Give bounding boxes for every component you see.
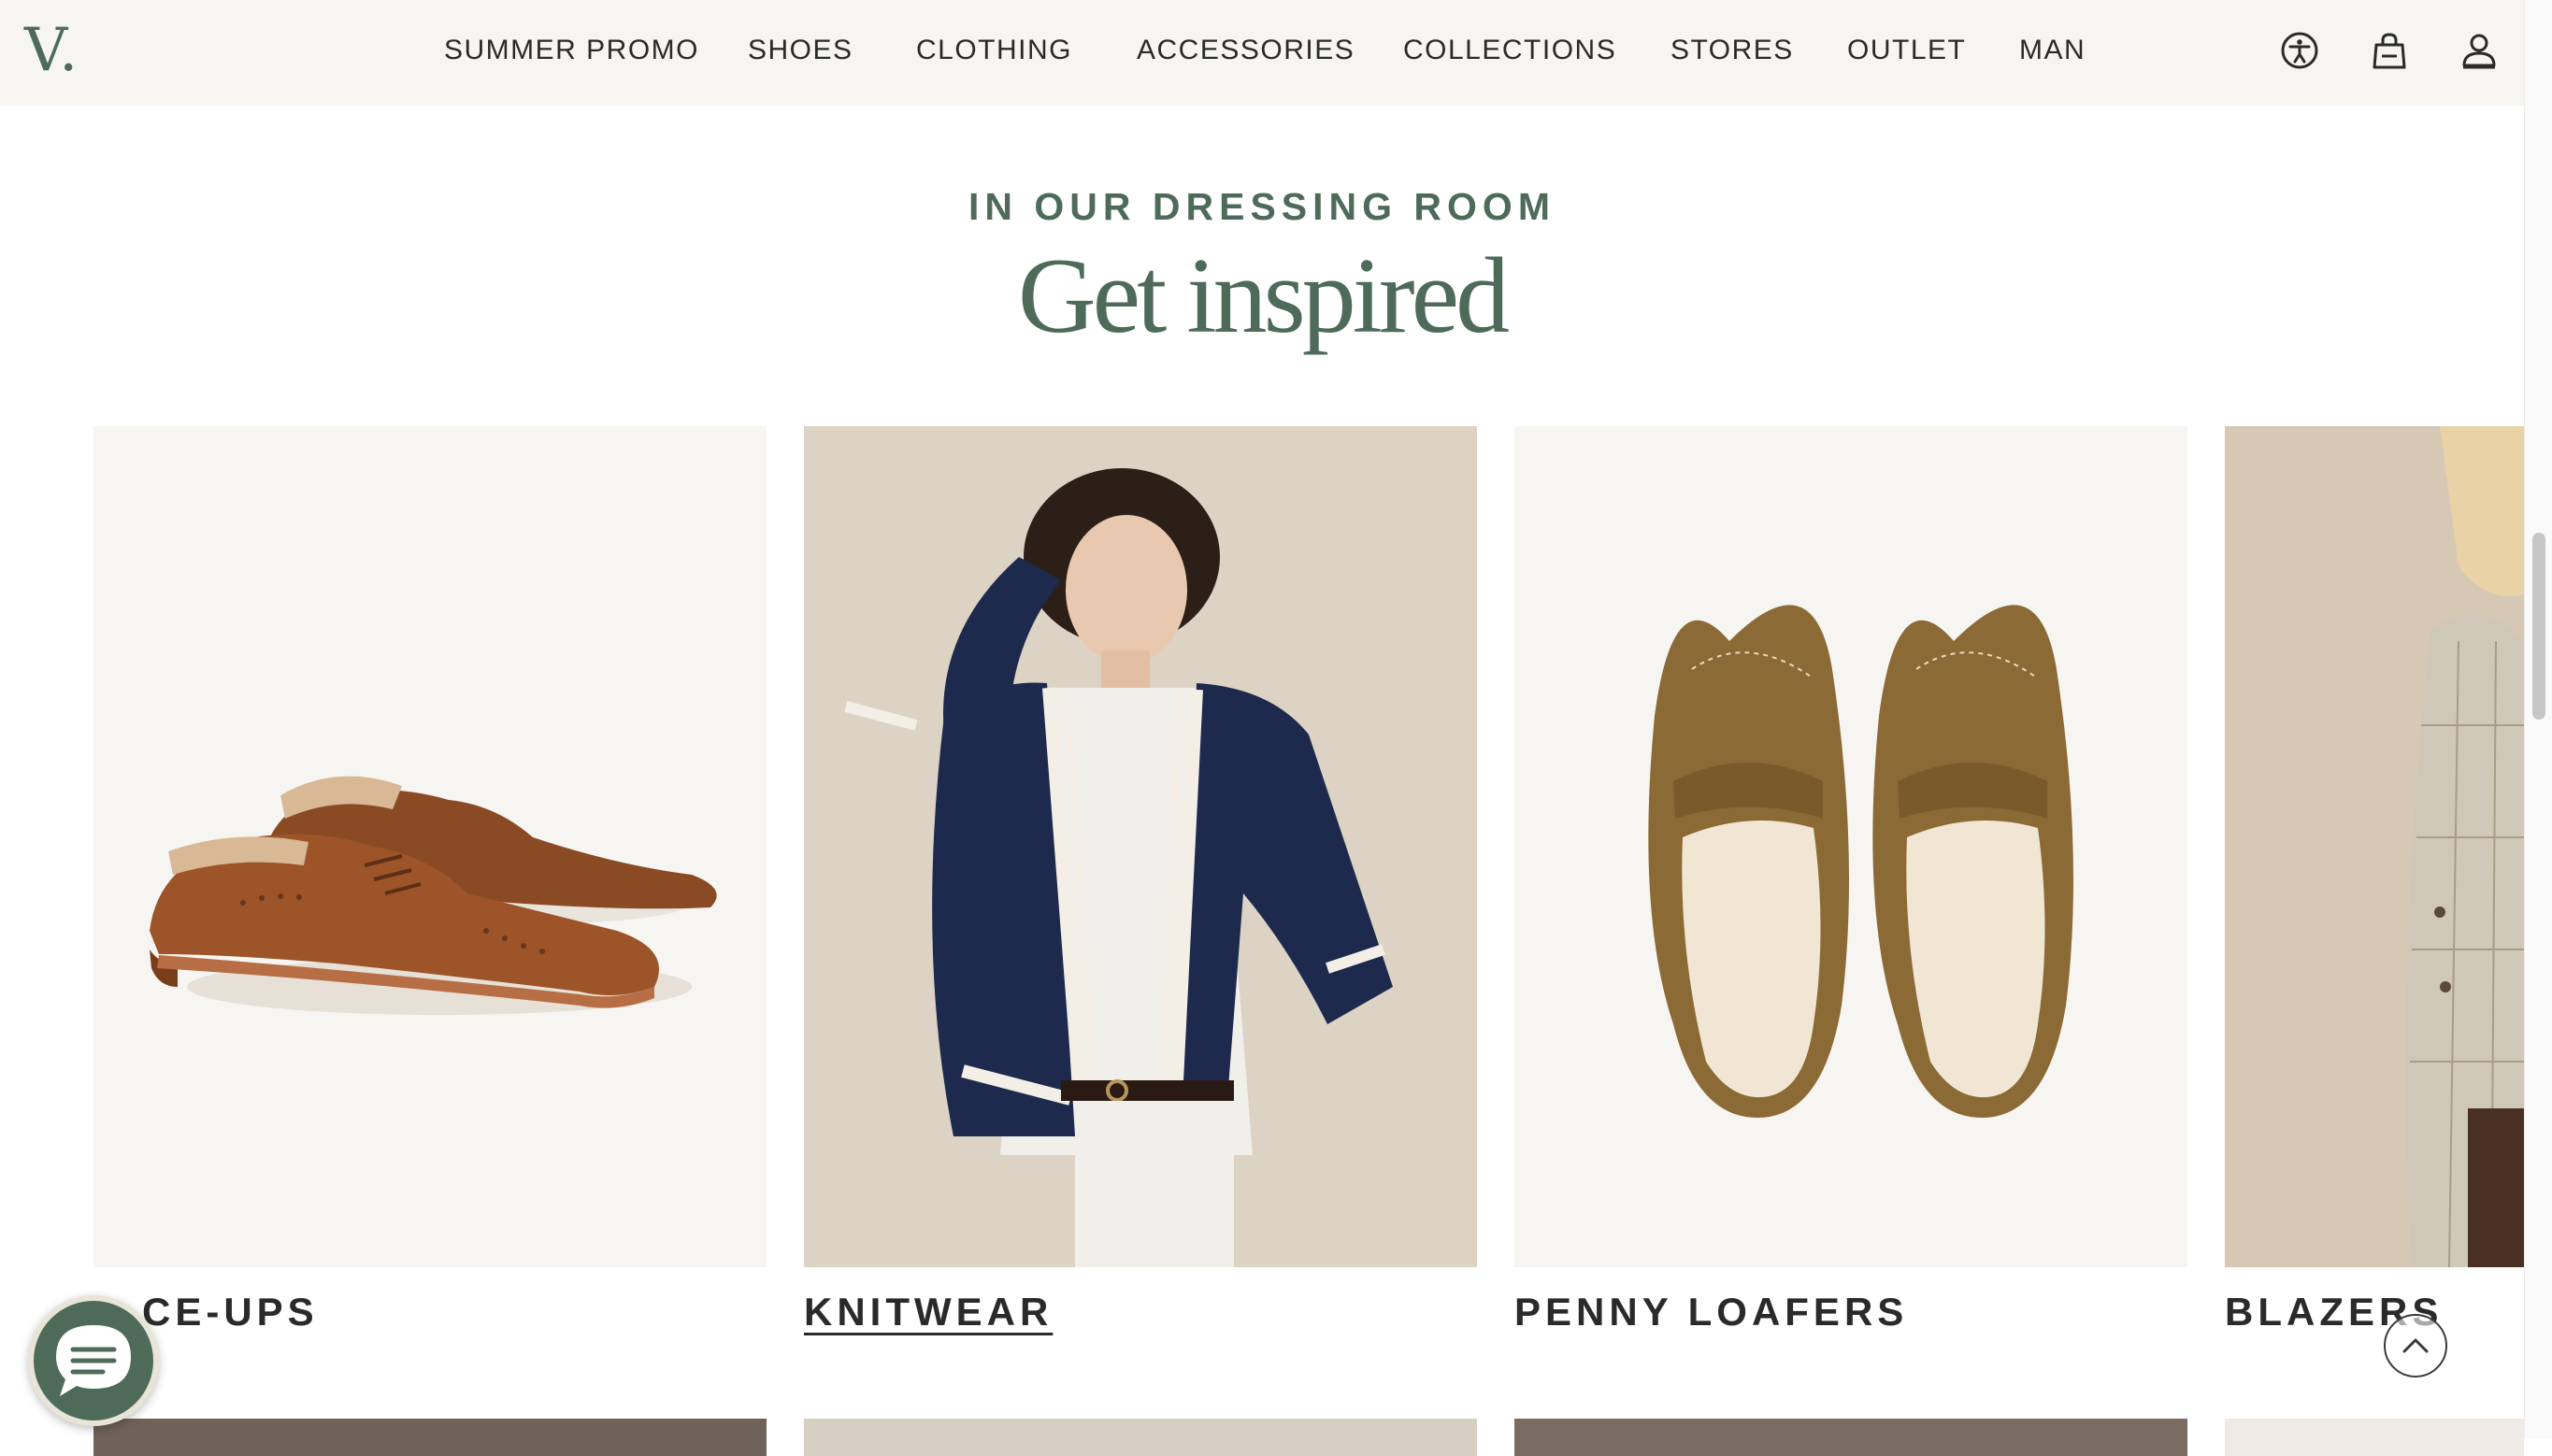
main-nav: SUMMER PROMO SHOES CLOTHING ACCESSORIES … xyxy=(0,0,2524,106)
card-label[interactable]: PENNY LOAFERS xyxy=(1514,1290,1908,1335)
card-image-brogues[interactable] xyxy=(93,426,767,1267)
chat-icon xyxy=(56,1325,131,1396)
nav-item-clothing[interactable]: CLOTHING xyxy=(916,32,1072,69)
nav-item-shoes[interactable]: SHOES xyxy=(748,32,853,69)
shopping-bag-icon[interactable] xyxy=(2369,30,2410,71)
next-row-card[interactable] xyxy=(1514,1419,2187,1456)
accessibility-icon[interactable] xyxy=(2279,30,2320,71)
scrollbar-thumb[interactable] xyxy=(2532,533,2545,720)
section-title: Get inspired xyxy=(1017,236,1510,356)
nav-item-man[interactable]: MAN xyxy=(2019,32,2086,69)
back-to-top-button[interactable] xyxy=(2384,1314,2447,1377)
nav-item-outlet[interactable]: OUTLET xyxy=(1847,32,1966,69)
next-row-card[interactable] xyxy=(2225,1419,2524,1456)
nav-item-summer-promo[interactable]: SUMMER PROMO xyxy=(444,32,699,69)
next-row-card[interactable] xyxy=(804,1419,1477,1456)
chat-button[interactable] xyxy=(28,1295,159,1426)
chevron-up-icon xyxy=(2402,1338,2429,1353)
nav-item-stores[interactable]: STORES xyxy=(1670,32,1794,69)
card-image-blazer-model[interactable] xyxy=(2225,426,2524,1267)
page-scrollbar[interactable] xyxy=(2524,0,2552,1439)
next-row-card[interactable] xyxy=(93,1419,767,1456)
card-label[interactable]: CE-UPS xyxy=(142,1290,319,1335)
card-image-loafers[interactable] xyxy=(1514,426,2187,1267)
card-label[interactable]: KNITWEAR xyxy=(804,1290,1053,1335)
account-icon[interactable] xyxy=(2459,30,2500,71)
card-image-cardigan-model[interactable] xyxy=(804,426,1477,1267)
section-eyebrow: IN OUR DRESSING ROOM xyxy=(968,185,1556,228)
site-header: V. SUMMER PROMO SHOES CLOTHING ACCESSORI… xyxy=(0,0,2524,106)
nav-item-accessories[interactable]: ACCESSORIES xyxy=(1137,32,1355,69)
nav-item-collections[interactable]: COLLECTIONS xyxy=(1403,32,1616,69)
